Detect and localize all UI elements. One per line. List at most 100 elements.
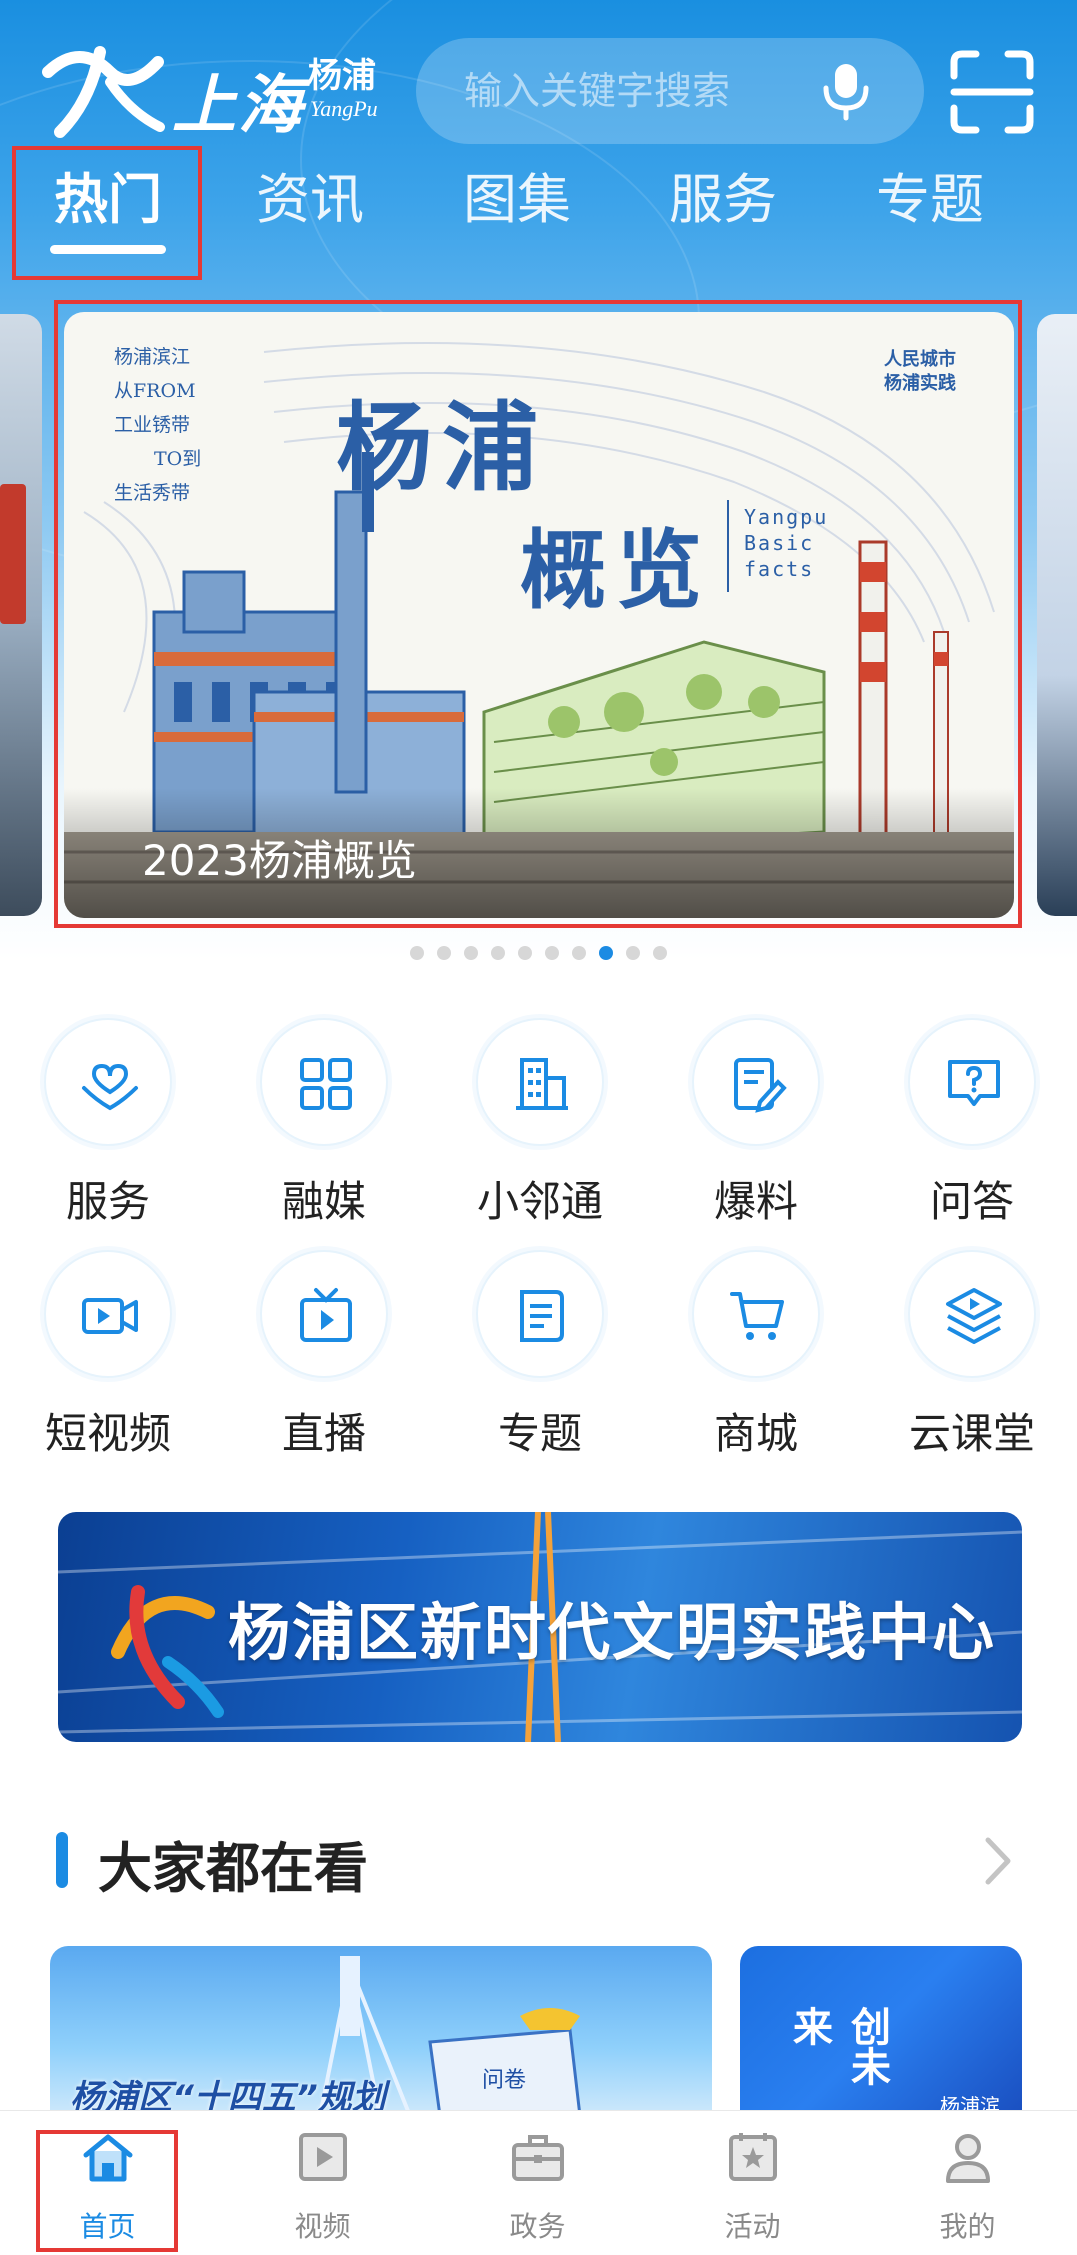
banner-divider <box>727 500 729 592</box>
grid-item-short-video[interactable]: 短视频 <box>8 1250 208 1470</box>
nav-label: 活动 <box>724 2210 781 2243</box>
carousel-dot[interactable] <box>464 946 478 960</box>
nav-label: 政务 <box>509 2210 566 2243</box>
english-line: Basic <box>744 531 815 555</box>
grid-item-media[interactable]: 融媒 <box>224 1018 424 1238</box>
poem-line: 工业锈带 <box>114 414 191 436</box>
carousel-dot[interactable] <box>626 946 640 960</box>
tab-topics[interactable]: 专题 <box>850 150 1010 260</box>
banner-poem: 杨浦滨江 从FROM 工业锈带 TO到 生活秀带 <box>114 340 201 510</box>
edit-note-icon <box>692 1018 820 1146</box>
tab-hot[interactable]: 热门 <box>28 150 188 260</box>
grid-label: 爆料 <box>713 1177 798 1226</box>
star-badge-icon <box>729 2133 777 2181</box>
banner-title-line2: 概览 <box>520 520 712 621</box>
nav-government[interactable]: 政务 <box>430 2111 645 2255</box>
poem-line: 杨浦滨江 <box>114 346 191 368</box>
grid-label: 服务 <box>65 1177 150 1226</box>
app-logo: 上海 杨浦 YangPu <box>40 32 390 143</box>
logo-city-text: 上海 <box>172 68 304 143</box>
english-line: Yangpu <box>744 505 829 529</box>
civilization-logo-icon <box>111 1585 224 1718</box>
logo-english-text: YangPu <box>310 96 378 121</box>
banner-title-line1: 杨浦 <box>336 391 548 504</box>
grid-item-service[interactable]: 服务 <box>8 1018 208 1238</box>
grid-item-live[interactable]: 直播 <box>224 1250 424 1470</box>
carousel-dot[interactable] <box>491 946 505 960</box>
search-bar[interactable] <box>416 38 924 144</box>
carousel-dot[interactable] <box>545 946 559 960</box>
tab-news[interactable]: 资讯 <box>230 150 390 260</box>
grid-label: 问答 <box>929 1177 1014 1226</box>
grid-item-report[interactable]: 爆料 <box>656 1018 856 1238</box>
banner-caption: 2023杨浦概览 <box>142 836 417 885</box>
grid-label: 短视频 <box>44 1409 171 1458</box>
poem-line: 生活秀带 <box>114 482 191 504</box>
grid-item-mall[interactable]: 商城 <box>656 1250 856 1470</box>
nav-home[interactable]: 首页 <box>0 2111 215 2255</box>
tab-gallery[interactable]: 图集 <box>437 150 597 260</box>
bottom-nav: 首页 视频 政务 活动 我的 <box>0 2110 1077 2255</box>
tag-line: 人民城市 <box>884 349 956 370</box>
building-icon <box>476 1018 604 1146</box>
grid-item-topics[interactable]: 专题 <box>440 1250 640 1470</box>
carousel-dot[interactable] <box>437 946 451 960</box>
home-icon <box>83 2134 133 2182</box>
video-camera-icon <box>44 1250 172 1378</box>
nav-activities[interactable]: 活动 <box>645 2111 860 2255</box>
nav-label: 视频 <box>294 2210 351 2243</box>
tag-line: 杨浦实践 <box>884 373 956 394</box>
poem-line: 从FROM <box>114 380 196 402</box>
channel-tabs: 热门 资讯 图集 服务 专题 <box>0 150 1077 270</box>
tv-play-icon <box>260 1250 388 1378</box>
tab-services[interactable]: 服务 <box>643 150 803 260</box>
microphone-icon[interactable] <box>816 60 876 122</box>
content-card[interactable]: 杨浦区“十四五”规划 问卷 <box>50 1946 712 2116</box>
section-title: 大家都在看 <box>98 1837 368 1900</box>
carousel-dot[interactable] <box>518 946 532 960</box>
banner-next-peek[interactable] <box>1037 314 1077 916</box>
grid-label: 直播 <box>281 1409 366 1458</box>
carousel-banner[interactable]: 杨浦滨江 从FROM 工业锈带 TO到 生活秀带 杨浦 概览 Yangpu Ba… <box>64 312 1014 918</box>
english-line: facts <box>744 557 815 581</box>
nav-profile[interactable]: 我的 <box>860 2111 1075 2255</box>
carousel-indicator <box>410 946 670 960</box>
active-tab-indicator <box>50 245 166 254</box>
grid-label: 融媒 <box>281 1177 366 1226</box>
grid-item-neighbor[interactable]: 小邻通 <box>440 1018 640 1238</box>
layers-play-icon <box>908 1250 1036 1378</box>
grid-label: 云课堂 <box>908 1409 1035 1458</box>
grid-label: 小邻通 <box>476 1177 603 1226</box>
nav-label: 我的 <box>939 2210 996 2243</box>
logo-mark-icon <box>42 46 165 138</box>
promo-banner[interactable]: 杨浦区新时代文明实践中心 <box>58 1512 1022 1742</box>
briefcase-icon <box>512 2135 564 2181</box>
grid-label: 专题 <box>497 1409 582 1458</box>
nav-label: 首页 <box>79 2210 136 2243</box>
card-title: 创未来 <box>786 2006 891 2086</box>
nav-video[interactable]: 视频 <box>215 2111 430 2255</box>
promo-text: 杨浦区新时代文明实践中心 <box>228 1596 997 1669</box>
shopping-cart-icon <box>692 1250 820 1378</box>
carousel-dot[interactable] <box>653 946 667 960</box>
carousel-dot-active[interactable] <box>599 946 613 960</box>
heart-hands-icon <box>44 1018 172 1146</box>
grid-apps-icon <box>260 1018 388 1146</box>
carousel-dot[interactable] <box>572 946 586 960</box>
document-icon <box>476 1250 604 1378</box>
user-icon <box>946 2134 990 2183</box>
section-header: 大家都在看 <box>56 1820 1016 1900</box>
grid-item-cloud-class[interactable]: 云课堂 <box>872 1250 1072 1470</box>
grid-label: 商城 <box>713 1409 798 1458</box>
banner-english: Yangpu Basic facts <box>744 504 828 582</box>
card-tag: 问卷 <box>482 2068 527 2093</box>
scan-icon[interactable] <box>950 50 1034 134</box>
decorative-mark <box>0 484 26 624</box>
grid-item-qa[interactable]: 问答 <box>872 1018 1072 1238</box>
search-input[interactable] <box>464 64 804 118</box>
content-card[interactable]: 创未来 杨浦滨 <box>740 1946 1022 2116</box>
carousel-dot[interactable] <box>410 946 424 960</box>
banner-prev-peek[interactable] <box>0 314 42 916</box>
video-play-icon <box>299 2133 347 2181</box>
chevron-right-icon[interactable] <box>980 1834 1016 1888</box>
